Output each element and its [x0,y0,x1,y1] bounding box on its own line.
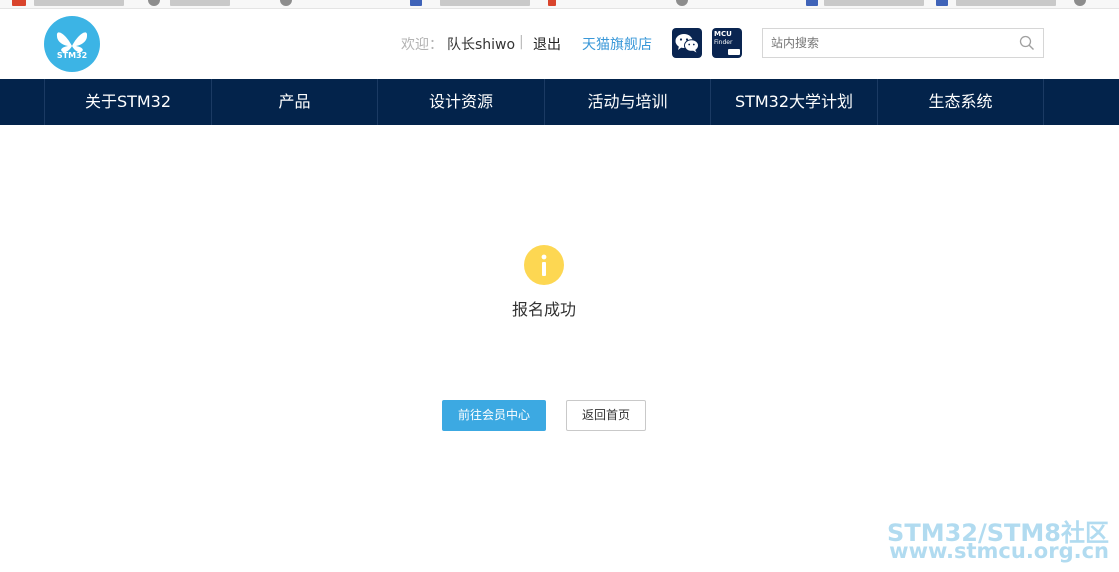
nav-item-ecosystem[interactable]: 生态系统 [877,79,1044,125]
bookmark-item[interactable] [34,0,124,6]
watermark-line-2: www.stmcu.org.cn [889,539,1109,563]
wechat-icon [675,34,699,53]
info-icon [524,245,564,285]
success-message: 报名成功 [511,300,576,319]
st-logo-icon [728,49,740,55]
tmall-store-link[interactable]: 天猫旗舰店 [582,34,652,54]
nav-item-about[interactable]: 关于STM32 [44,79,211,125]
bookmark-icon[interactable] [936,0,948,6]
site-header: STM32 欢迎： 队长shiwo | 退出 天猫旗舰店 MCU Finder [0,9,1119,79]
search-box [762,28,1044,58]
header-separator: | [519,34,524,50]
go-member-center-button[interactable]: 前往会员中心 [442,400,546,431]
browser-bookmark-bar [0,0,1119,9]
bookmark-icon[interactable] [1074,0,1086,6]
main-nav: 关于STM32 产品 设计资源 活动与培训 STM32大学计划 生态系统 [0,79,1119,125]
search-input[interactable] [771,34,1011,52]
bookmark-icon[interactable] [280,0,292,6]
username-link[interactable]: 队长shiwo [447,34,515,54]
bookmark-icon[interactable] [410,0,422,6]
bookmark-icon[interactable] [12,0,26,6]
bookmark-item[interactable] [824,0,924,6]
bookmark-item[interactable] [170,0,230,6]
logout-link[interactable]: 退出 [533,34,561,54]
stm32-logo[interactable]: STM32 [44,16,100,72]
bookmark-icon[interactable] [148,0,160,6]
search-icon[interactable] [1019,35,1035,51]
bookmark-item[interactable] [440,0,530,6]
mcu-finder-label: MCU [714,30,732,38]
welcome-label: 欢迎： [401,37,443,53]
nav-item-products[interactable]: 产品 [211,79,377,125]
bookmark-icon[interactable] [806,0,818,6]
bookmark-item[interactable] [956,0,1056,6]
back-home-button[interactable]: 返回首页 [566,400,646,431]
nav-item-events-training[interactable]: 活动与培训 [544,79,710,125]
nav-item-university-program[interactable]: STM32大学计划 [710,79,877,125]
nav-item-design-resources[interactable]: 设计资源 [377,79,544,125]
mcu-finder-button[interactable]: MCU Finder [712,28,742,58]
mcu-finder-sublabel: Finder [714,39,733,46]
logo-text: STM32 [56,51,88,60]
wechat-button[interactable] [672,28,702,58]
butterfly-icon [56,32,88,53]
bookmark-icon[interactable] [676,0,688,6]
bookmark-icon[interactable] [548,0,556,6]
